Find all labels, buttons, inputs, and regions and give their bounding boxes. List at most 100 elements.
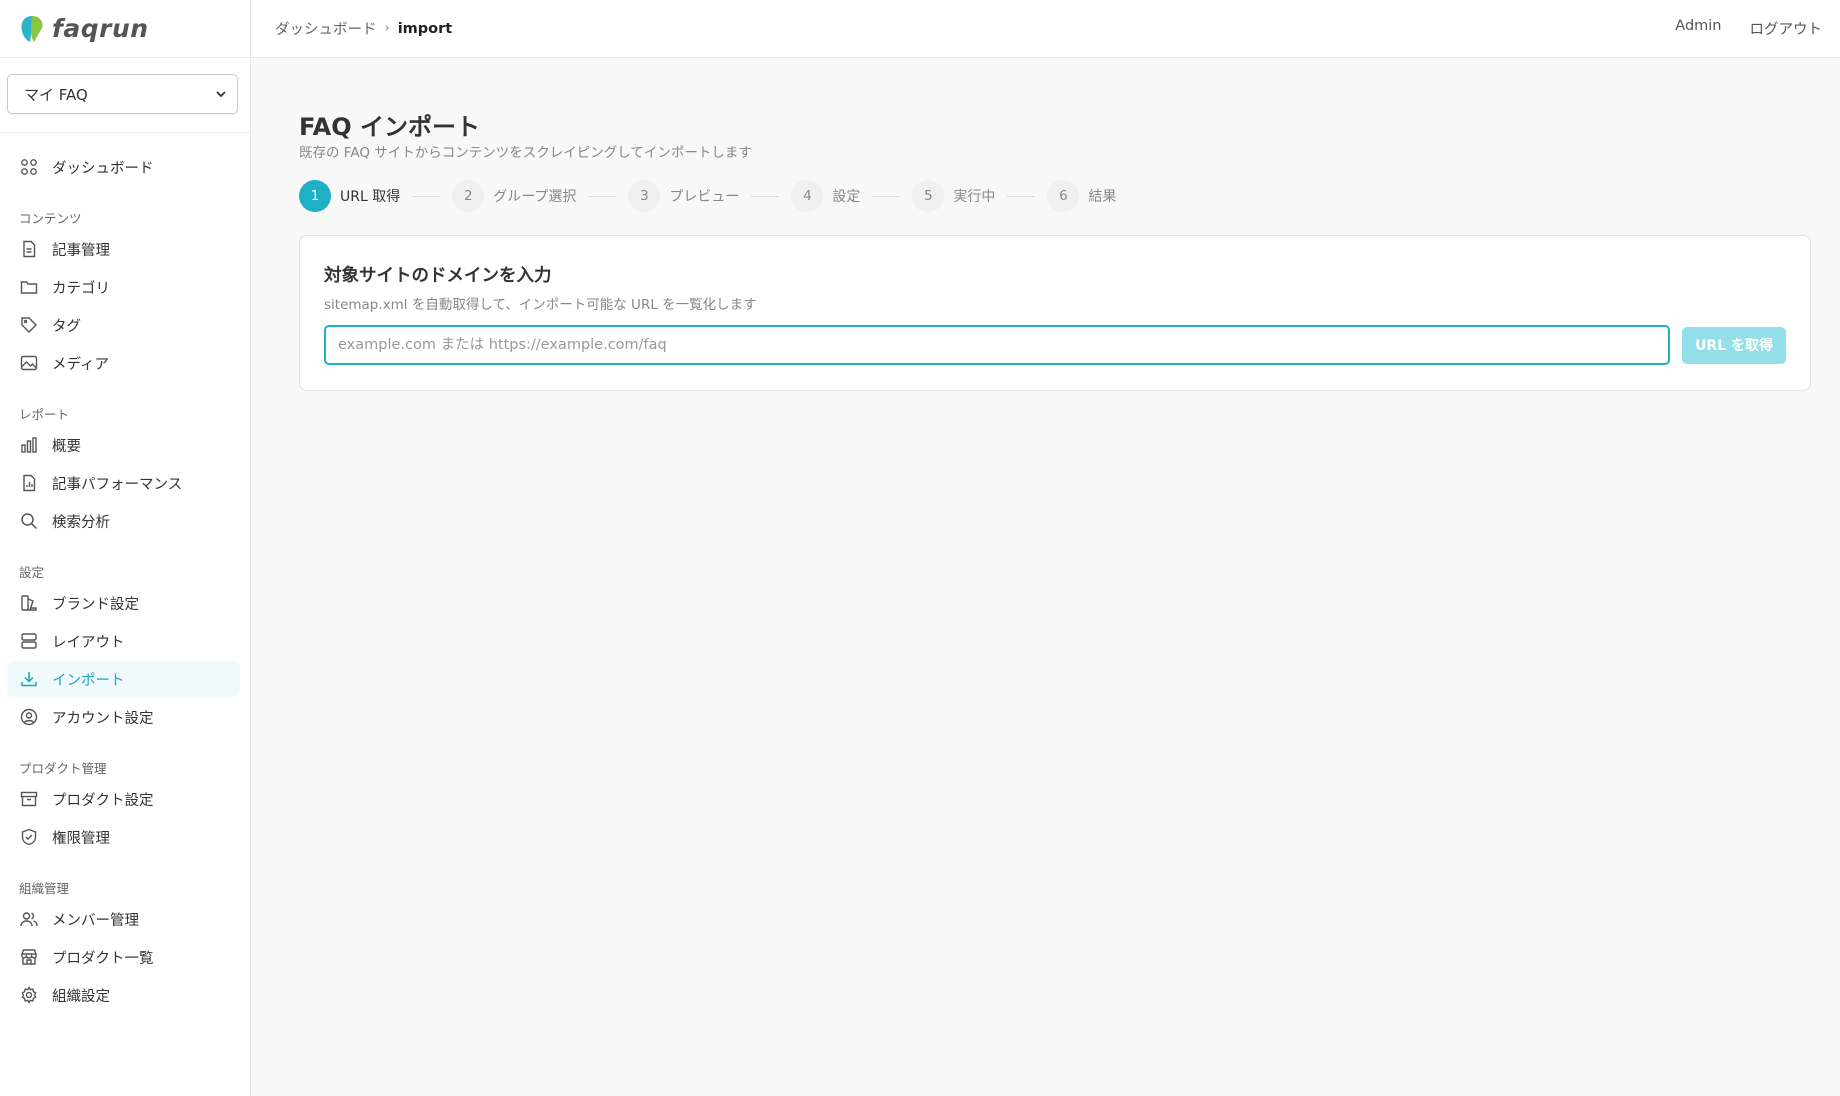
step-number: 4 bbox=[791, 180, 824, 212]
product-select[interactable]: マイ FAQ bbox=[7, 74, 238, 114]
step-result: 6 結果 bbox=[1047, 180, 1116, 212]
sidebar-item-label: 組織設定 bbox=[52, 988, 110, 1005]
step-label: 設定 bbox=[832, 189, 861, 205]
sidebar-item-search-analysis[interactable]: 検索分析 bbox=[7, 503, 240, 539]
step-connector bbox=[751, 195, 780, 197]
product-select-wrap: マイ FAQ bbox=[0, 58, 250, 133]
logout-link[interactable]: ログアウト bbox=[1750, 18, 1823, 39]
document-icon bbox=[23, 240, 36, 258]
folder-icon bbox=[20, 281, 38, 294]
step-number: 2 bbox=[452, 180, 485, 212]
sidebar-item-label: 記事管理 bbox=[52, 242, 110, 259]
page-subtitle: 既存の FAQ サイトからコンテンツをスクレイピングしてインポートします bbox=[299, 145, 752, 161]
store-icon bbox=[21, 949, 37, 965]
step-running: 5 実行中 bbox=[912, 180, 995, 212]
step-connector bbox=[872, 195, 901, 197]
sidebar-item-label: インポート bbox=[52, 672, 125, 689]
brand-name: faqrun bbox=[52, 14, 149, 43]
sidebar-item-articles[interactable]: 記事管理 bbox=[7, 231, 240, 267]
user-circle-icon bbox=[20, 708, 38, 726]
sidebar: faqrun マイ FAQ ダッシュボード コンテンツ 記事管理 カテゴリ タグ… bbox=[0, 0, 251, 1096]
step-url-fetch: 1 URL 取得 bbox=[299, 180, 400, 212]
step-number: 5 bbox=[912, 180, 945, 212]
sidebar-item-members[interactable]: メンバー管理 bbox=[7, 901, 240, 937]
sidebar-item-account-settings[interactable]: アカウント設定 bbox=[7, 699, 240, 735]
section-title-product-management: プロダクト管理 bbox=[19, 761, 107, 776]
sidebar-item-label: ブランド設定 bbox=[52, 596, 139, 613]
product-select-value: マイ FAQ bbox=[24, 85, 88, 104]
document-chart-icon bbox=[23, 474, 36, 492]
sidebar-item-categories[interactable]: カテゴリ bbox=[7, 269, 240, 305]
step-label: 実行中 bbox=[953, 189, 996, 205]
step-preview: 3 プレビュー bbox=[628, 180, 739, 212]
step-connector bbox=[412, 195, 441, 197]
download-icon bbox=[21, 672, 37, 687]
domain-url-input[interactable] bbox=[324, 325, 1671, 365]
sidebar-item-label: アカウント設定 bbox=[52, 710, 154, 727]
sidebar-item-article-performance[interactable]: 記事パフォーマンス bbox=[7, 465, 240, 501]
shield-check-icon bbox=[21, 828, 37, 846]
section-title-report: レポート bbox=[19, 407, 70, 422]
step-connector bbox=[588, 195, 617, 197]
sidebar-item-overview[interactable]: 概要 bbox=[7, 427, 240, 463]
breadcrumb: ダッシュボード › import bbox=[275, 18, 452, 39]
step-settings: 4 設定 bbox=[791, 180, 860, 212]
archive-icon bbox=[20, 791, 38, 807]
sidebar-item-label: 権限管理 bbox=[52, 830, 110, 847]
main-content: FAQ インポート 既存の FAQ サイトからコンテンツをスクレイピングしてイン… bbox=[251, 59, 1840, 1096]
step-label: 結果 bbox=[1088, 189, 1117, 205]
step-group-select: 2 グループ選択 bbox=[452, 180, 576, 212]
sidebar-item-organization-settings[interactable]: 組織設定 bbox=[7, 977, 240, 1013]
fetch-url-button[interactable]: URL を取得 bbox=[1682, 326, 1786, 364]
sidebar-item-label: タグ bbox=[52, 318, 81, 335]
sidebar-item-label: ダッシュボード bbox=[52, 160, 154, 177]
import-stepper: 1 URL 取得 2 グループ選択 3 プレビュー 4 設定 5 実行中 6 結… bbox=[299, 179, 1811, 213]
sidebar-item-brand-settings[interactable]: ブランド設定 bbox=[7, 585, 240, 621]
top-header: ダッシュボード › import Admin ログアウト bbox=[251, 0, 1840, 58]
sidebar-item-label: 記事パフォーマンス bbox=[52, 476, 183, 493]
page-title: FAQ インポート bbox=[299, 113, 480, 141]
step-label: プレビュー bbox=[669, 189, 740, 205]
step-number: 3 bbox=[628, 180, 661, 212]
tag-icon bbox=[21, 317, 37, 333]
chevron-down-icon bbox=[216, 91, 226, 98]
chevron-right-icon: › bbox=[384, 21, 390, 36]
sidebar-item-import[interactable]: インポート bbox=[7, 661, 240, 697]
step-connector bbox=[1007, 195, 1036, 197]
sidebar-item-label: プロダクト設定 bbox=[52, 792, 154, 809]
sidebar-item-permissions[interactable]: 権限管理 bbox=[7, 819, 240, 855]
card-description: sitemap.xml を自動取得して、インポート可能な URL を一覧化します bbox=[324, 297, 757, 313]
palette-icon bbox=[21, 595, 37, 611]
sidebar-item-label: カテゴリ bbox=[52, 280, 110, 297]
step-number: 1 bbox=[299, 180, 331, 212]
sidebar-item-label: プロダクト一覧 bbox=[52, 950, 154, 967]
step-label: グループ選択 bbox=[493, 189, 577, 205]
sidebar-item-label: 検索分析 bbox=[52, 514, 110, 531]
domain-input-card: 対象サイトのドメインを入力 sitemap.xml を自動取得して、インポート可… bbox=[299, 235, 1811, 391]
sidebar-item-product-settings[interactable]: プロダクト設定 bbox=[7, 781, 240, 817]
sidebar-item-label: メディア bbox=[52, 356, 109, 373]
sidebar-item-dashboard[interactable]: ダッシュボード bbox=[7, 149, 240, 185]
sidebar-item-layout[interactable]: レイアウト bbox=[7, 623, 240, 659]
search-icon bbox=[21, 513, 38, 530]
section-title-settings: 設定 bbox=[19, 565, 45, 580]
image-icon bbox=[20, 355, 38, 371]
section-title-organization: 組織管理 bbox=[19, 881, 70, 896]
users-icon bbox=[20, 912, 38, 927]
sidebar-item-tags[interactable]: タグ bbox=[7, 307, 240, 343]
user-menu[interactable]: Admin bbox=[1675, 18, 1721, 39]
grid-icon bbox=[21, 159, 37, 175]
bar-chart-icon bbox=[21, 437, 37, 453]
gear-icon bbox=[21, 986, 37, 1004]
logo[interactable]: faqrun bbox=[0, 0, 250, 58]
sidebar-item-media[interactable]: メディア bbox=[7, 345, 240, 381]
step-number: 6 bbox=[1047, 180, 1080, 212]
header-actions: Admin ログアウト bbox=[1675, 18, 1840, 39]
breadcrumb-dashboard-link[interactable]: ダッシュボード bbox=[275, 18, 377, 39]
sidebar-item-label: 概要 bbox=[52, 438, 81, 455]
breadcrumb-current: import bbox=[397, 20, 453, 37]
sidebar-item-product-list[interactable]: プロダクト一覧 bbox=[7, 939, 240, 975]
card-title: 対象サイトのドメインを入力 bbox=[324, 266, 552, 286]
sidebar-nav: ダッシュボード コンテンツ 記事管理 カテゴリ タグ メディア レポート 概要 … bbox=[0, 133, 250, 1013]
url-input-row: URL を取得 bbox=[324, 325, 1786, 365]
